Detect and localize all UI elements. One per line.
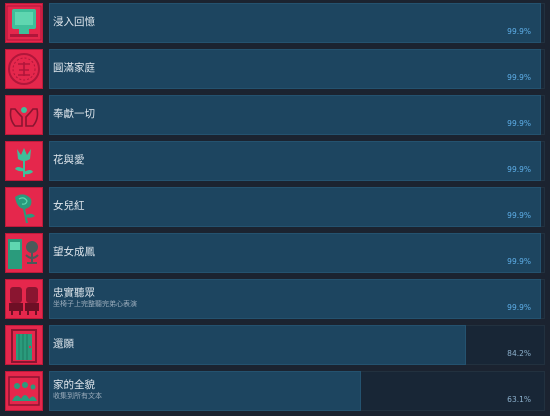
- achievement-row[interactable]: 望女成鳳 99.9%: [0, 230, 550, 276]
- round-emblem-icon: [5, 49, 43, 89]
- achievement-description: 坐椅子上完整聽完弟心表演: [53, 300, 137, 308]
- unlock-percent: 99.9%: [507, 303, 531, 312]
- achievement-title: 花與愛: [53, 154, 85, 166]
- unlock-percent: 84.2%: [507, 349, 531, 358]
- progress-track: 花與愛 99.9%: [49, 141, 545, 181]
- achievement-row[interactable]: 家的全貌 收集到所有文本 63.1%: [0, 368, 550, 414]
- unlock-percent: 99.9%: [507, 165, 531, 174]
- microphone-icon: [5, 233, 43, 273]
- achievement-row[interactable]: 還願 84.2%: [0, 322, 550, 368]
- achievement-row[interactable]: 奉獻一切 99.9%: [0, 92, 550, 138]
- progress-fill: [49, 187, 541, 227]
- family-photo-icon: [5, 371, 43, 411]
- achievement-title: 還願: [53, 338, 74, 350]
- achievement-row[interactable]: 女兒紅 99.9%: [0, 184, 550, 230]
- unlock-percent: 99.9%: [507, 73, 531, 82]
- tv-screen-icon: [5, 3, 43, 43]
- progress-track: 還願 84.2%: [49, 325, 545, 365]
- progress-fill: [49, 233, 541, 273]
- achievement-title: 忠實聽眾: [53, 287, 95, 299]
- achievement-list: 浸入回憶 99.9% 圓滿家庭 99.9% 奉獻一切 99.9% 花與愛 99.…: [0, 0, 550, 416]
- unlock-percent: 99.9%: [507, 211, 531, 220]
- progress-track: 奉獻一切 99.9%: [49, 95, 545, 135]
- progress-fill: [49, 325, 466, 365]
- achievement-title: 家的全貌: [53, 379, 95, 391]
- progress-fill: [49, 95, 541, 135]
- progress-track: 望女成鳳 99.9%: [49, 233, 545, 273]
- achievement-row[interactable]: 圓滿家庭 99.9%: [0, 46, 550, 92]
- theater-seats-icon: [5, 279, 43, 319]
- achievement-description: 收集到所有文本: [53, 392, 102, 400]
- progress-fill: [49, 371, 361, 411]
- achievement-row[interactable]: 忠實聽眾 坐椅子上完整聽完弟心表演 99.9%: [0, 276, 550, 322]
- progress-fill: [49, 141, 541, 181]
- achievement-title: 圓滿家庭: [53, 62, 95, 74]
- progress-track: 忠實聽眾 坐椅子上完整聽完弟心表演 99.9%: [49, 279, 545, 319]
- progress-fill: [49, 49, 541, 89]
- progress-track: 女兒紅 99.9%: [49, 187, 545, 227]
- door-icon: [5, 325, 43, 365]
- unlock-percent: 99.9%: [507, 257, 531, 266]
- rose-icon: [5, 187, 43, 227]
- achievement-title: 浸入回憶: [53, 16, 95, 28]
- progress-track: 家的全貌 收集到所有文本 63.1%: [49, 371, 545, 411]
- achievement-title: 奉獻一切: [53, 108, 95, 120]
- progress-track: 浸入回憶 99.9%: [49, 3, 545, 43]
- progress-fill: [49, 279, 541, 319]
- cupped-hands-icon: [5, 95, 43, 135]
- flower-icon: [5, 141, 43, 181]
- achievement-title: 望女成鳳: [53, 246, 95, 258]
- achievement-row[interactable]: 浸入回憶 99.9%: [0, 0, 550, 46]
- unlock-percent: 99.9%: [507, 119, 531, 128]
- achievement-title: 女兒紅: [53, 200, 85, 212]
- achievement-row[interactable]: 花與愛 99.9%: [0, 138, 550, 184]
- progress-fill: [49, 3, 541, 43]
- unlock-percent: 63.1%: [507, 395, 531, 404]
- progress-track: 圓滿家庭 99.9%: [49, 49, 545, 89]
- unlock-percent: 99.9%: [507, 27, 531, 36]
